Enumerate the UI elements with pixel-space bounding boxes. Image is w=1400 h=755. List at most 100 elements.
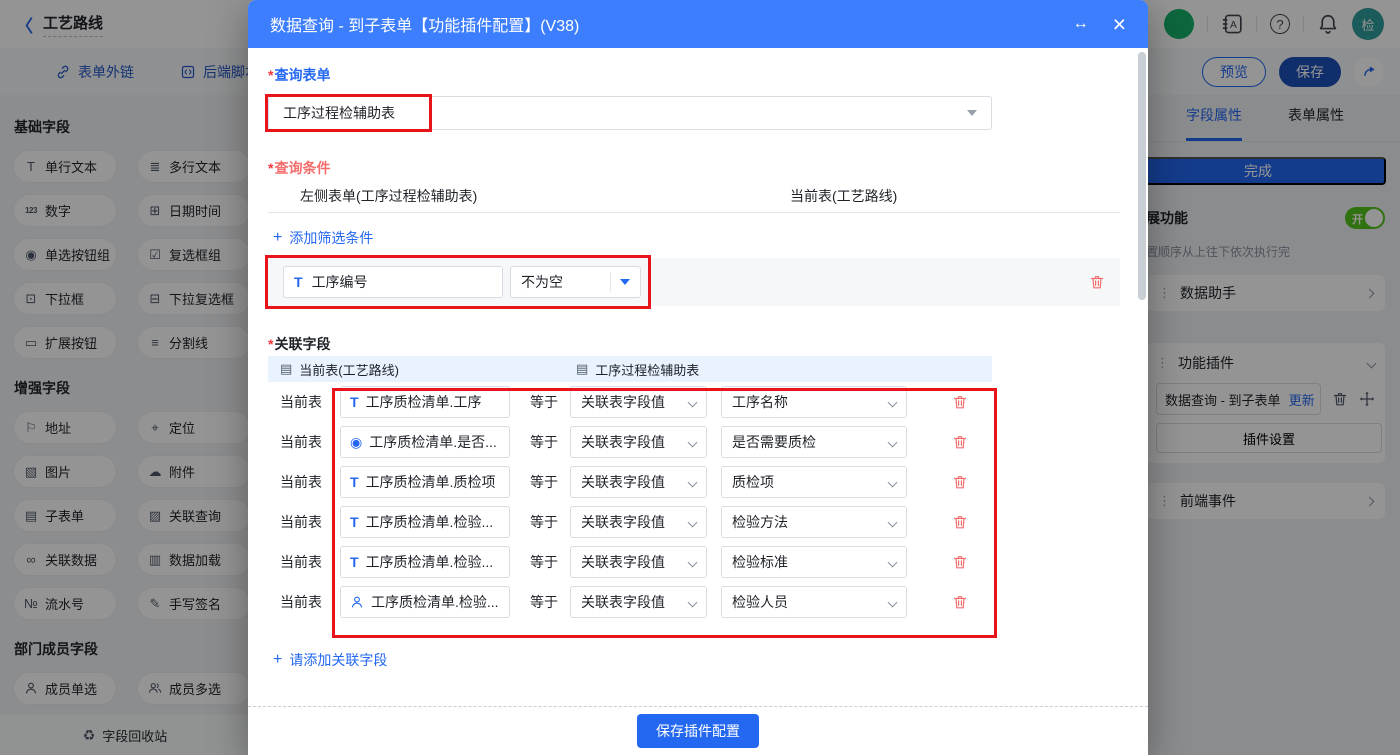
row-prefix: 当前表 (268, 512, 340, 532)
target-field-value: 工序名称 (732, 392, 788, 412)
filter-field-input[interactable]: T 工序编号 (283, 266, 503, 298)
add-filter-link[interactable]: 添加筛选条件 (273, 228, 373, 248)
required-mark: * (268, 160, 273, 176)
chevron-down-icon (688, 397, 698, 407)
expand-icon[interactable]: ↔ (1073, 15, 1089, 33)
source-field-input[interactable]: 工序质检清单.检验... (340, 586, 510, 618)
label-text: 查询条件 (274, 160, 330, 176)
chevron-down-icon (688, 477, 698, 487)
filter-field-value: 工序编号 (312, 272, 368, 292)
header-text: 工序过程检辅助表 (595, 360, 699, 379)
delete-row-icon[interactable] (952, 594, 968, 610)
divider-line (268, 212, 1120, 213)
target-field-select[interactable]: 工序名称 (721, 386, 907, 418)
relation-table-header: ▤ 当前表(工艺路线) ▤ 工序过程检辅助表 (268, 356, 992, 382)
value-type-select[interactable]: 关联表字段值 (570, 426, 707, 458)
equals-label: 等于 (530, 472, 558, 492)
caret-down-icon (620, 279, 630, 285)
left-form-header: 左侧表单(工序过程检辅助表) (300, 186, 477, 206)
radio-group-icon: ◉ (350, 434, 362, 451)
target-field-select[interactable]: 检验方法 (721, 506, 907, 538)
close-icon[interactable]: × (1113, 13, 1126, 36)
delete-row-icon[interactable] (952, 514, 968, 530)
table-icon: ▤ (576, 361, 588, 377)
value-type: 关联表字段值 (581, 432, 665, 452)
delete-row-icon[interactable] (952, 394, 968, 410)
add-relation-link[interactable]: 请添加关联字段 (273, 650, 387, 670)
row-prefix: 当前表 (268, 472, 340, 492)
target-field-value: 检验方法 (732, 512, 788, 532)
query-form-select[interactable]: 工序过程检辅助表 (268, 96, 992, 130)
target-field-select[interactable]: 质检项 (721, 466, 907, 498)
source-field-input[interactable]: T 工序质检清单.检验... (340, 546, 510, 578)
plugin-config-modal: 数据查询 - 到子表单【功能插件配置】(V38) ↔ × *查询表单 工序过程检… (248, 0, 1148, 755)
value-type-select[interactable]: 关联表字段值 (570, 586, 707, 618)
target-field-select[interactable]: 检验人员 (721, 586, 907, 618)
relation-row: 当前表 T工序质检清单.检验... 等于 关联表字段值 检验方法 (268, 502, 992, 542)
source-field-value: 工序质检清单.检验... (371, 592, 499, 612)
target-field-value: 质检项 (732, 472, 774, 492)
label-text: 关联字段 (274, 336, 330, 352)
divider (610, 272, 611, 292)
plus-icon (273, 229, 282, 247)
current-table-header: ▤ 当前表(工艺路线) (268, 360, 576, 379)
target-field-select[interactable]: 是否需要质检 (721, 426, 907, 458)
table-icon: ▤ (280, 361, 292, 377)
chevron-down-icon (888, 597, 898, 607)
equals-label: 等于 (530, 512, 558, 532)
source-field-value: 工序质检清单.质检项 (366, 472, 496, 492)
relation-fields-label: *关联字段 (268, 334, 330, 354)
single-text-icon: T (350, 514, 359, 530)
single-text-icon: T (350, 554, 359, 570)
value-type-select[interactable]: 关联表字段值 (570, 466, 707, 498)
add-filter-label: 添加筛选条件 (289, 228, 373, 248)
caret-down-icon (967, 110, 977, 116)
filter-operator-select[interactable]: 不为空 (510, 266, 641, 298)
row-prefix: 当前表 (268, 552, 340, 572)
save-plugin-config-button[interactable]: 保存插件配置 (637, 714, 759, 748)
source-field-input[interactable]: T工序质检清单.质检项 (340, 466, 510, 498)
relation-row: 当前表 ◉工序质检清单.是否... 等于 关联表字段值 是否需要质检 (268, 422, 992, 462)
relation-row: 当前表 T工序质检清单.工序 等于 关联表字段值 工序名称 (268, 382, 992, 422)
delete-row-icon[interactable] (952, 554, 968, 570)
delete-row-icon[interactable] (952, 434, 968, 450)
delete-row-icon[interactable] (952, 474, 968, 490)
required-mark: * (268, 67, 273, 83)
member-icon (350, 595, 364, 609)
source-field-value: 工序质检清单.工序 (366, 392, 482, 412)
query-form-value: 工序过程检辅助表 (283, 103, 395, 123)
value-type: 关联表字段值 (581, 512, 665, 532)
delete-filter-icon[interactable] (1089, 274, 1105, 290)
relation-row: 当前表 工序质检清单.检验... 等于 关联表字段值 检验人员 (268, 582, 992, 622)
modal-title: 数据查询 - 到子表单【功能插件配置】(V38) (270, 12, 579, 36)
equals-label: 等于 (530, 552, 558, 572)
source-field-input[interactable]: T工序质检清单.工序 (340, 386, 510, 418)
query-form-label: *查询表单 (268, 65, 330, 85)
source-field-value: 工序质检清单.检验... (366, 552, 494, 572)
value-type: 关联表字段值 (581, 472, 665, 492)
required-mark: * (268, 336, 273, 352)
value-type-select[interactable]: 关联表字段值 (570, 386, 707, 418)
query-condition-label: *查询条件 (268, 158, 330, 178)
footer-divider (248, 706, 1148, 707)
row-prefix: 当前表 (268, 592, 340, 612)
filter-operator-value: 不为空 (521, 272, 563, 292)
equals-label: 等于 (530, 392, 558, 412)
value-type-select[interactable]: 关联表字段值 (570, 546, 707, 578)
relation-fields-table: ▤ 当前表(工艺路线) ▤ 工序过程检辅助表 当前表 T工序质检清单.工序 等于… (268, 356, 992, 622)
value-type: 关联表字段值 (581, 392, 665, 412)
single-text-icon: T (294, 274, 303, 290)
source-field-input[interactable]: T工序质检清单.检验... (340, 506, 510, 538)
value-type-select[interactable]: 关联表字段值 (570, 506, 707, 538)
target-field-select[interactable]: 检验标准 (721, 546, 907, 578)
row-prefix: 当前表 (268, 392, 340, 412)
label-text: 查询表单 (274, 67, 330, 83)
current-form-header: 当前表(工艺路线) (790, 186, 897, 206)
modal-scrollbar-thumb[interactable] (1138, 52, 1146, 300)
source-field-value: 工序质检清单.是否... (369, 432, 497, 452)
modal-header: 数据查询 - 到子表单【功能插件配置】(V38) ↔ × (248, 0, 1148, 48)
value-type: 关联表字段值 (581, 552, 665, 572)
source-field-input[interactable]: ◉ 工序质检清单.是否... (340, 426, 510, 458)
row-prefix: 当前表 (268, 432, 340, 452)
value-type: 关联表字段值 (581, 592, 665, 612)
